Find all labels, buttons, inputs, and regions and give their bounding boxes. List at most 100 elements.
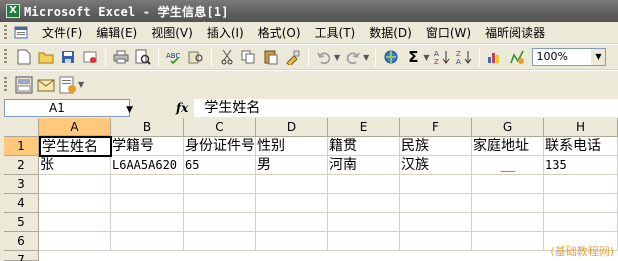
cell-g5[interactable] bbox=[472, 213, 544, 232]
sheet-view-icon[interactable] bbox=[14, 75, 34, 95]
document-menu-icon[interactable] bbox=[13, 25, 31, 41]
row-header-5[interactable]: 5 bbox=[4, 213, 39, 232]
menu-foxit-reader[interactable]: 福昕阅读器 bbox=[478, 23, 552, 43]
send-mail-icon[interactable] bbox=[36, 75, 56, 95]
menu-view[interactable]: 视图(V) bbox=[144, 23, 200, 43]
cell-g1[interactable]: 家庭地址 bbox=[472, 137, 544, 156]
format-painter-icon[interactable] bbox=[283, 47, 303, 67]
toolbar-grip[interactable] bbox=[4, 76, 7, 93]
column-header-d[interactable]: D bbox=[256, 118, 328, 137]
zoom-dropdown-icon[interactable]: ▼ bbox=[591, 49, 606, 65]
redo-icon[interactable] bbox=[343, 47, 363, 67]
row-header-4[interactable]: 4 bbox=[4, 194, 39, 213]
menu-window[interactable]: 窗口(W) bbox=[419, 23, 478, 43]
review-icon[interactable] bbox=[58, 75, 78, 95]
name-box-dropdown-icon[interactable]: ▼ bbox=[126, 102, 133, 118]
cell-b6[interactable] bbox=[111, 232, 184, 251]
permission-icon[interactable] bbox=[80, 47, 100, 67]
column-header-h[interactable]: H bbox=[544, 118, 618, 137]
cell-e1[interactable]: 籍贯 bbox=[328, 137, 400, 156]
cell-a2[interactable]: 张 bbox=[39, 156, 111, 175]
row-header-6[interactable]: 6 bbox=[4, 232, 39, 251]
menu-tools[interactable]: 工具(T) bbox=[308, 23, 363, 43]
column-header-a[interactable]: A bbox=[39, 118, 111, 137]
cell-f1[interactable]: 民族 bbox=[400, 137, 472, 156]
cell-c4[interactable] bbox=[184, 194, 256, 213]
cell-d4[interactable] bbox=[256, 194, 328, 213]
cell-g3[interactable] bbox=[472, 175, 544, 194]
row-header-2[interactable]: 2 bbox=[4, 156, 39, 175]
cell-c2[interactable]: 65 0 bbox=[184, 156, 256, 175]
cell-h1[interactable]: 联系电话 bbox=[544, 137, 618, 156]
cell-b5[interactable] bbox=[111, 213, 184, 232]
cut-icon[interactable] bbox=[217, 47, 237, 67]
cell-c5[interactable] bbox=[184, 213, 256, 232]
column-header-b[interactable]: B bbox=[111, 118, 184, 137]
menubar-grip[interactable] bbox=[4, 24, 7, 41]
cell-g4[interactable] bbox=[472, 194, 544, 213]
cell-a3[interactable] bbox=[39, 175, 111, 194]
menu-edit[interactable]: 编辑(E) bbox=[89, 23, 144, 43]
toolbar-options-icon[interactable]: ▼ bbox=[78, 80, 84, 89]
cell-d5[interactable] bbox=[256, 213, 328, 232]
cell-a6[interactable] bbox=[39, 232, 111, 251]
column-header-c[interactable]: C bbox=[184, 118, 256, 137]
cell-g6[interactable] bbox=[472, 232, 544, 251]
cell-a5[interactable] bbox=[39, 213, 111, 232]
insert-hyperlink-icon[interactable] bbox=[381, 47, 401, 67]
cell-e6[interactable] bbox=[328, 232, 400, 251]
cell-b2[interactable]: L6AA5A620 bbox=[111, 156, 184, 175]
row-header-3[interactable]: 3 bbox=[4, 175, 39, 194]
cell-d2[interactable]: 男 bbox=[256, 156, 328, 175]
redo-dropdown-icon[interactable]: ▼ bbox=[363, 53, 369, 62]
cell-h3[interactable] bbox=[544, 175, 618, 194]
autosum-dropdown-icon[interactable]: ▼ bbox=[423, 53, 429, 62]
cell-h4[interactable] bbox=[544, 194, 618, 213]
cell-c6[interactable] bbox=[184, 232, 256, 251]
name-box[interactable]: A1 ▼ bbox=[4, 99, 133, 118]
cell-c1[interactable]: 身份证件号 bbox=[184, 137, 256, 156]
row-header-1[interactable]: 1 bbox=[4, 137, 39, 156]
copy-icon[interactable] bbox=[239, 47, 259, 67]
column-header-f[interactable]: F bbox=[400, 118, 472, 137]
column-header-e[interactable]: E bbox=[328, 118, 400, 137]
menu-file[interactable]: 文件(F) bbox=[35, 23, 89, 43]
menu-insert[interactable]: 插入(I) bbox=[200, 23, 251, 43]
save-icon[interactable] bbox=[58, 47, 78, 67]
cell-h5[interactable] bbox=[544, 213, 618, 232]
zoom-select[interactable]: 100% ▼ bbox=[532, 48, 607, 66]
chart-wizard-icon[interactable] bbox=[485, 47, 505, 67]
cell-f4[interactable] bbox=[400, 194, 472, 213]
cell-e5[interactable] bbox=[328, 213, 400, 232]
insert-function-icon[interactable]: fx bbox=[176, 101, 188, 115]
cell-f3[interactable] bbox=[400, 175, 472, 194]
menu-format[interactable]: 格式(O) bbox=[251, 23, 308, 43]
cell-a4[interactable] bbox=[39, 194, 111, 213]
print-icon[interactable] bbox=[111, 47, 131, 67]
cell-a1[interactable]: 学生姓名 bbox=[39, 136, 112, 157]
sort-descending-icon[interactable]: ZA bbox=[454, 47, 474, 67]
column-header-g[interactable]: G bbox=[472, 118, 544, 137]
row-header-7[interactable]: 7 bbox=[4, 251, 39, 261]
select-all-corner[interactable] bbox=[4, 118, 39, 137]
print-preview-icon[interactable] bbox=[133, 47, 153, 67]
cell-b3[interactable] bbox=[111, 175, 184, 194]
formula-input[interactable]: 学生姓名 bbox=[194, 99, 618, 117]
menu-data[interactable]: 数据(D) bbox=[362, 23, 419, 43]
cell-b1[interactable]: 学籍号 bbox=[111, 137, 184, 156]
cell-f5[interactable] bbox=[400, 213, 472, 232]
cell-b4[interactable] bbox=[111, 194, 184, 213]
cell-f6[interactable] bbox=[400, 232, 472, 251]
paste-icon[interactable] bbox=[261, 47, 281, 67]
autosum-icon[interactable]: Σ bbox=[403, 47, 423, 67]
cell-e4[interactable] bbox=[328, 194, 400, 213]
new-document-icon[interactable] bbox=[14, 47, 34, 67]
cell-e2[interactable]: 河南 bbox=[328, 156, 400, 175]
research-icon[interactable] bbox=[186, 47, 206, 67]
cell-h2[interactable]: 135 3 bbox=[544, 156, 618, 175]
undo-dropdown-icon[interactable]: ▼ bbox=[334, 53, 340, 62]
cell-d6[interactable] bbox=[256, 232, 328, 251]
cell-d3[interactable] bbox=[256, 175, 328, 194]
cell-g2[interactable]: __ bbox=[472, 156, 544, 175]
toolbar-grip[interactable] bbox=[4, 49, 7, 65]
